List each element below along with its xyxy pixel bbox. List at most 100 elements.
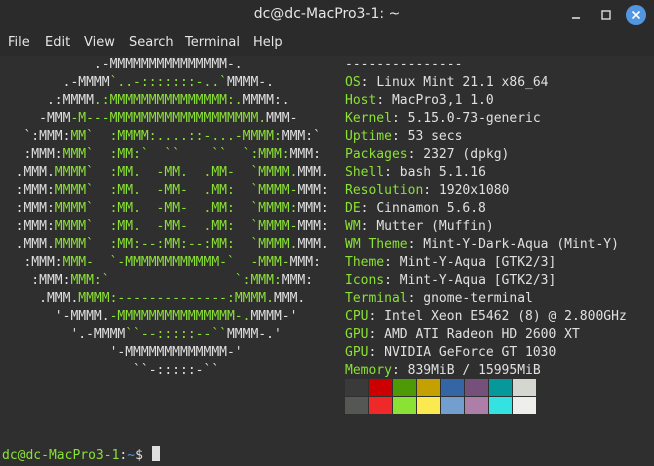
color-swatch xyxy=(417,379,440,396)
logo-line: ``-:::::-`` xyxy=(0,362,219,380)
logo-line: .MMM.MMMM` :MM. -MM. .MM- `MMMM.MMM. xyxy=(0,164,329,182)
prompt-user-host: dc@dc-MacPro3-1 xyxy=(2,448,120,463)
close-icon[interactable] xyxy=(626,5,646,25)
info-label: WM Theme xyxy=(345,237,408,252)
info-colon: : xyxy=(368,309,385,324)
info-value: Mint-Y-Aqua [GTK2/3] xyxy=(399,255,557,270)
info-colon: : xyxy=(423,183,439,198)
logo-line: :MMM:MMM` :MM:` `` `` `:MMM:MMM: xyxy=(0,146,321,164)
logo-segment: MMM: xyxy=(297,183,329,198)
text-cursor xyxy=(151,446,160,461)
info-value: Linux Mint 21.1 x86_64 xyxy=(376,75,549,90)
menu-file[interactable]: File xyxy=(8,35,30,50)
color-swatch xyxy=(465,397,488,414)
color-swatch xyxy=(513,379,536,396)
logo-line: :MMM:MMMM` :MM. -MM- .MM: `MMMM:MMM: xyxy=(0,200,329,218)
info-colon: : xyxy=(407,147,424,162)
info-row: GPU: AMD ATI Radeon HD 2600 XT xyxy=(345,326,580,344)
logo-segment: .MMM. xyxy=(0,237,55,252)
menu-view[interactable]: View xyxy=(84,35,115,50)
color-swatch xyxy=(489,379,512,396)
logo-segment: .:MMMM xyxy=(0,93,94,108)
info-row: GPU: NVIDIA GeForce GT 1030 xyxy=(345,344,556,362)
info-row: DE: Cinnamon 5.6.8 xyxy=(345,200,486,218)
terminal-content[interactable]: .-MMMMMMMMMMMMMMM-. .-MMMM`..-:::::::-..… xyxy=(0,56,654,466)
logo-segment: `:MMM: xyxy=(0,129,71,144)
info-value: 839MiB / 15995MiB xyxy=(407,363,541,378)
logo-line: '-MMMMMMMMMMMMM-' xyxy=(0,344,243,362)
info-row: Terminal: gnome-terminal xyxy=(345,290,533,308)
logo-line: :MMM:MMMM` :MM. -MM- .MM: `MMMM-MMM: xyxy=(0,182,329,200)
window-title: dc@dc-MacPro3-1: ~ xyxy=(253,6,401,22)
logo-segment: :MMM: xyxy=(0,273,71,288)
info-colon: : xyxy=(391,129,408,144)
shell-prompt[interactable]: dc@dc-MacPro3-1:~$ xyxy=(2,446,160,464)
info-colon: : xyxy=(368,327,385,342)
logo-segment: .-MMMM xyxy=(0,75,110,90)
color-swatch xyxy=(345,379,368,396)
logo-segment: MMM:` `:MMM: xyxy=(70,273,282,288)
menu-help[interactable]: Help xyxy=(253,35,283,50)
logo-segment: MMM. xyxy=(297,237,329,252)
color-swatch xyxy=(345,397,368,414)
info-row: CPU: Intel Xeon E5462 (8) @ 2.800GHz xyxy=(345,308,627,326)
logo-segment: MMM. xyxy=(273,291,306,306)
color-swatch xyxy=(513,397,536,414)
info-row: Packages: 2327 (dpkg) xyxy=(345,146,509,164)
logo-segment: :MMM: xyxy=(0,147,63,162)
info-value: 53 secs xyxy=(407,129,463,144)
info-colon: : xyxy=(407,291,424,306)
info-value: gnome-terminal xyxy=(423,291,533,306)
info-colon: : xyxy=(391,363,408,378)
logo-segment: MMMM` :MM. -MM- .MM: `MMMM- xyxy=(54,219,298,234)
logo-segment: -M---MMMMMMMMMMMMMMMMMMM. xyxy=(70,111,267,126)
logo-segment: MMMM` :MM. -MM- .MM: `MMMM: xyxy=(54,201,298,216)
info-row: OS: Linux Mint 21.1 x86_64 xyxy=(345,74,549,92)
info-row: WM Theme: Mint-Y-Dark-Aqua (Mint-Y) xyxy=(345,236,619,254)
color-swatch xyxy=(417,397,440,414)
info-row: Kernel: 5.15.0-73-generic xyxy=(345,110,541,128)
logo-segment: MMMM-.' xyxy=(226,327,282,342)
logo-line: .MMM.MMMM` :MM:--:MM:--:MM: `MMMM.MMM. xyxy=(0,236,329,254)
logo-segment: MMM: xyxy=(281,273,314,288)
color-swatch xyxy=(369,379,392,396)
prompt-path: ~ xyxy=(127,448,136,463)
logo-segment: MM` :MMMM:....::-...-MMMM: xyxy=(70,129,282,144)
info-label: Memory xyxy=(345,363,392,378)
logo-segment: MMMM-' xyxy=(250,309,298,324)
logo-segment: :MMM: xyxy=(0,201,55,216)
info-value: bash 5.1.16 xyxy=(399,165,486,180)
info-row: Theme: Mint-Y-Aqua [GTK2/3] xyxy=(345,254,556,272)
info-label: Theme xyxy=(345,255,385,270)
logo-segment: ``-:::::-`` xyxy=(0,363,220,378)
info-label: Uptime xyxy=(345,129,392,144)
info-label: WM xyxy=(345,219,361,234)
info-row: Icons: Mint-Y-Aqua [GTK2/3] xyxy=(345,272,556,290)
maximize-icon[interactable] xyxy=(596,5,616,25)
logo-segment: `..-:::::::-..` xyxy=(109,75,227,90)
menu-edit[interactable]: Edit xyxy=(45,35,70,50)
info-value: MacPro3,1 1.0 xyxy=(391,93,494,108)
logo-segment: MMM: xyxy=(297,201,329,216)
logo-segment: :MMM: xyxy=(0,219,55,234)
logo-segment: .MMM. xyxy=(0,291,79,306)
color-swatch xyxy=(441,397,464,414)
info-separator: --------------- xyxy=(345,57,463,72)
info-label: Host xyxy=(345,93,377,108)
info-colon: : xyxy=(360,201,377,216)
logo-segment: MMMM-. xyxy=(226,75,274,90)
info-value: Cinnamon 5.6.8 xyxy=(376,201,486,216)
logo-line: :MMM:MMM- `-MMMMMMMMMMMM-` -MMM-MMM: xyxy=(0,254,320,272)
menu-terminal[interactable]: Terminal xyxy=(185,35,240,50)
info-colon: : xyxy=(376,93,392,108)
info-colon: : xyxy=(360,219,377,234)
menu-search[interactable]: Search xyxy=(129,35,174,50)
info-label: GPU xyxy=(345,345,369,360)
minimize-icon[interactable] xyxy=(566,5,586,25)
info-colon: : xyxy=(360,75,377,90)
title-bar[interactable]: dc@dc-MacPro3-1: ~ xyxy=(0,0,654,30)
info-row: WM: Mutter (Muffin) xyxy=(345,218,494,236)
logo-line: `:MMM:MM` :MMMM:....::-...-MMMM:MMM:` xyxy=(0,128,320,146)
logo-segment: ``--:::::--`` xyxy=(125,327,227,342)
logo-segment: MMM: xyxy=(289,147,321,162)
